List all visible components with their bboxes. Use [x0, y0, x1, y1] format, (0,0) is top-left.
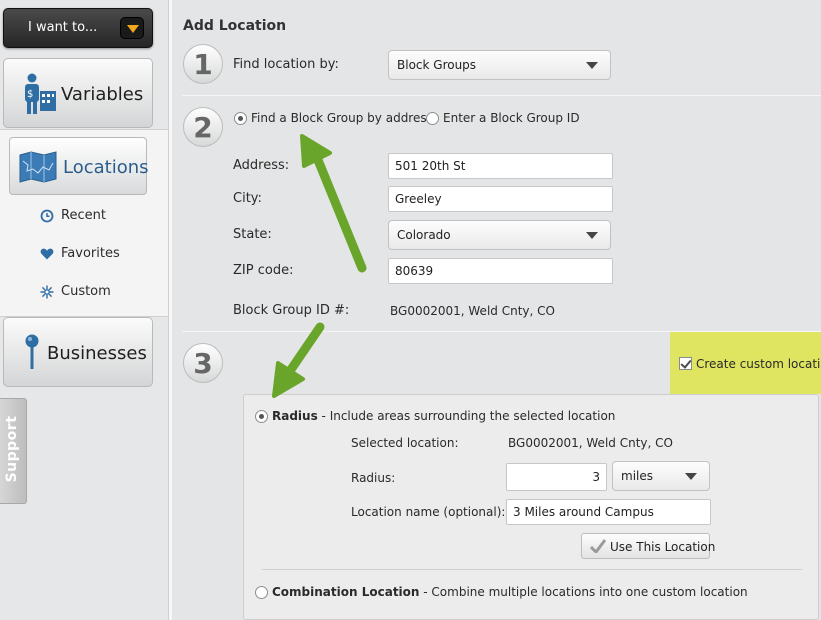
selected-location-value: BG0002001, Weld Cnty, CO [508, 436, 673, 450]
map-pin-icon [25, 334, 39, 369]
nav-subitem-label: Custom [61, 284, 111, 299]
create-custom-location-label: Create custom location [696, 357, 821, 371]
nav-tab-businesses[interactable]: Businesses [3, 317, 153, 387]
step-number-1: 1 [183, 44, 223, 84]
nav-tab-locations[interactable]: Locations [9, 137, 149, 195]
step-number-2: 2 [183, 107, 223, 147]
support-label: Support [4, 415, 20, 483]
combination-option-label: Combination Location - Combine multiple … [272, 585, 748, 599]
radius-option-desc: - Include areas surrounding the selected… [317, 409, 616, 423]
block-group-id-value: BG0002001, Weld Cnty, CO [390, 304, 555, 318]
radius-unit-select[interactable]: miles [612, 461, 710, 491]
radius-unit-value: miles [621, 469, 653, 483]
radius-option-title: Radius [272, 409, 318, 423]
step-number-3: 3 [183, 343, 223, 383]
radio-find-by-address[interactable] [234, 112, 247, 125]
custom-location-highlight: Create custom location [670, 332, 821, 394]
divider [182, 95, 821, 96]
locations-section: Locations Recent Favorites Custom [0, 129, 172, 317]
city-input[interactable]: Greeley [388, 186, 613, 212]
address-input[interactable]: 501 20th St [388, 153, 613, 179]
app-root: I want to... $ Variables Locations Recen… [0, 0, 821, 620]
radio-find-by-address-label: Find a Block Group by address [251, 111, 433, 125]
i-want-to-label: I want to... [28, 20, 98, 35]
radio-combination-location[interactable] [255, 586, 268, 599]
nav-label-businesses: Businesses [47, 343, 147, 364]
radio-enter-block-group-id[interactable] [426, 112, 439, 125]
variables-icon: $ [25, 73, 56, 114]
radius-option-label: Radius - Include areas surrounding the s… [272, 409, 615, 423]
radius-input[interactable]: 3 [506, 463, 607, 491]
use-this-location-button[interactable]: Use This Location [581, 533, 715, 559]
svg-text:$: $ [27, 89, 33, 100]
i-want-to-menu[interactable]: I want to... [3, 8, 153, 48]
custom-location-options: Radius - Include areas surrounding the s… [243, 394, 819, 620]
nav-subitem-label: Favorites [61, 246, 120, 261]
combination-option-title: Combination Location [272, 585, 420, 599]
zip-label: ZIP code: [233, 263, 294, 278]
find-by-value: Block Groups [397, 58, 477, 72]
sparkle-icon [40, 285, 54, 299]
use-this-location-label: Use This Location [610, 540, 716, 554]
state-value: Colorado [397, 228, 451, 242]
combination-option-desc: - Combine multiple locations into one cu… [419, 585, 748, 599]
location-name-label: Location name (optional): [351, 505, 506, 519]
block-group-id-label: Block Group ID #: [233, 303, 350, 318]
page-title: Add Location [183, 18, 287, 34]
nav-tab-variables[interactable]: $ Variables [3, 58, 153, 128]
state-label: State: [233, 227, 272, 242]
add-location-panel: Add Location 1 Find location by: Block G… [172, 0, 821, 620]
city-label: City: [233, 191, 262, 206]
find-by-select[interactable]: Block Groups [388, 50, 611, 80]
map-icon [19, 151, 57, 183]
clock-icon [40, 209, 54, 223]
nav-label-locations: Locations [63, 157, 149, 178]
radius-label: Radius: [351, 471, 396, 485]
location-name-input[interactable]: 3 Miles around Campus [506, 499, 711, 525]
create-custom-location-checkbox[interactable] [679, 357, 692, 370]
heart-icon [40, 248, 54, 260]
radio-enter-block-group-id-label: Enter a Block Group ID [443, 111, 580, 125]
address-label: Address: [233, 158, 290, 173]
divider [262, 569, 802, 570]
checkmark-icon [590, 539, 606, 553]
support-tab[interactable]: Support [0, 398, 27, 504]
find-by-label: Find location by: [233, 57, 339, 72]
selected-location-label: Selected location: [351, 436, 459, 450]
zip-input[interactable]: 80639 [388, 258, 613, 284]
radio-radius[interactable] [255, 410, 268, 423]
nav-label-variables: Variables [61, 84, 144, 105]
nav-subitem-label: Recent [61, 208, 106, 223]
state-select[interactable]: Colorado [388, 220, 611, 250]
dropdown-arrow-icon[interactable] [120, 17, 144, 39]
